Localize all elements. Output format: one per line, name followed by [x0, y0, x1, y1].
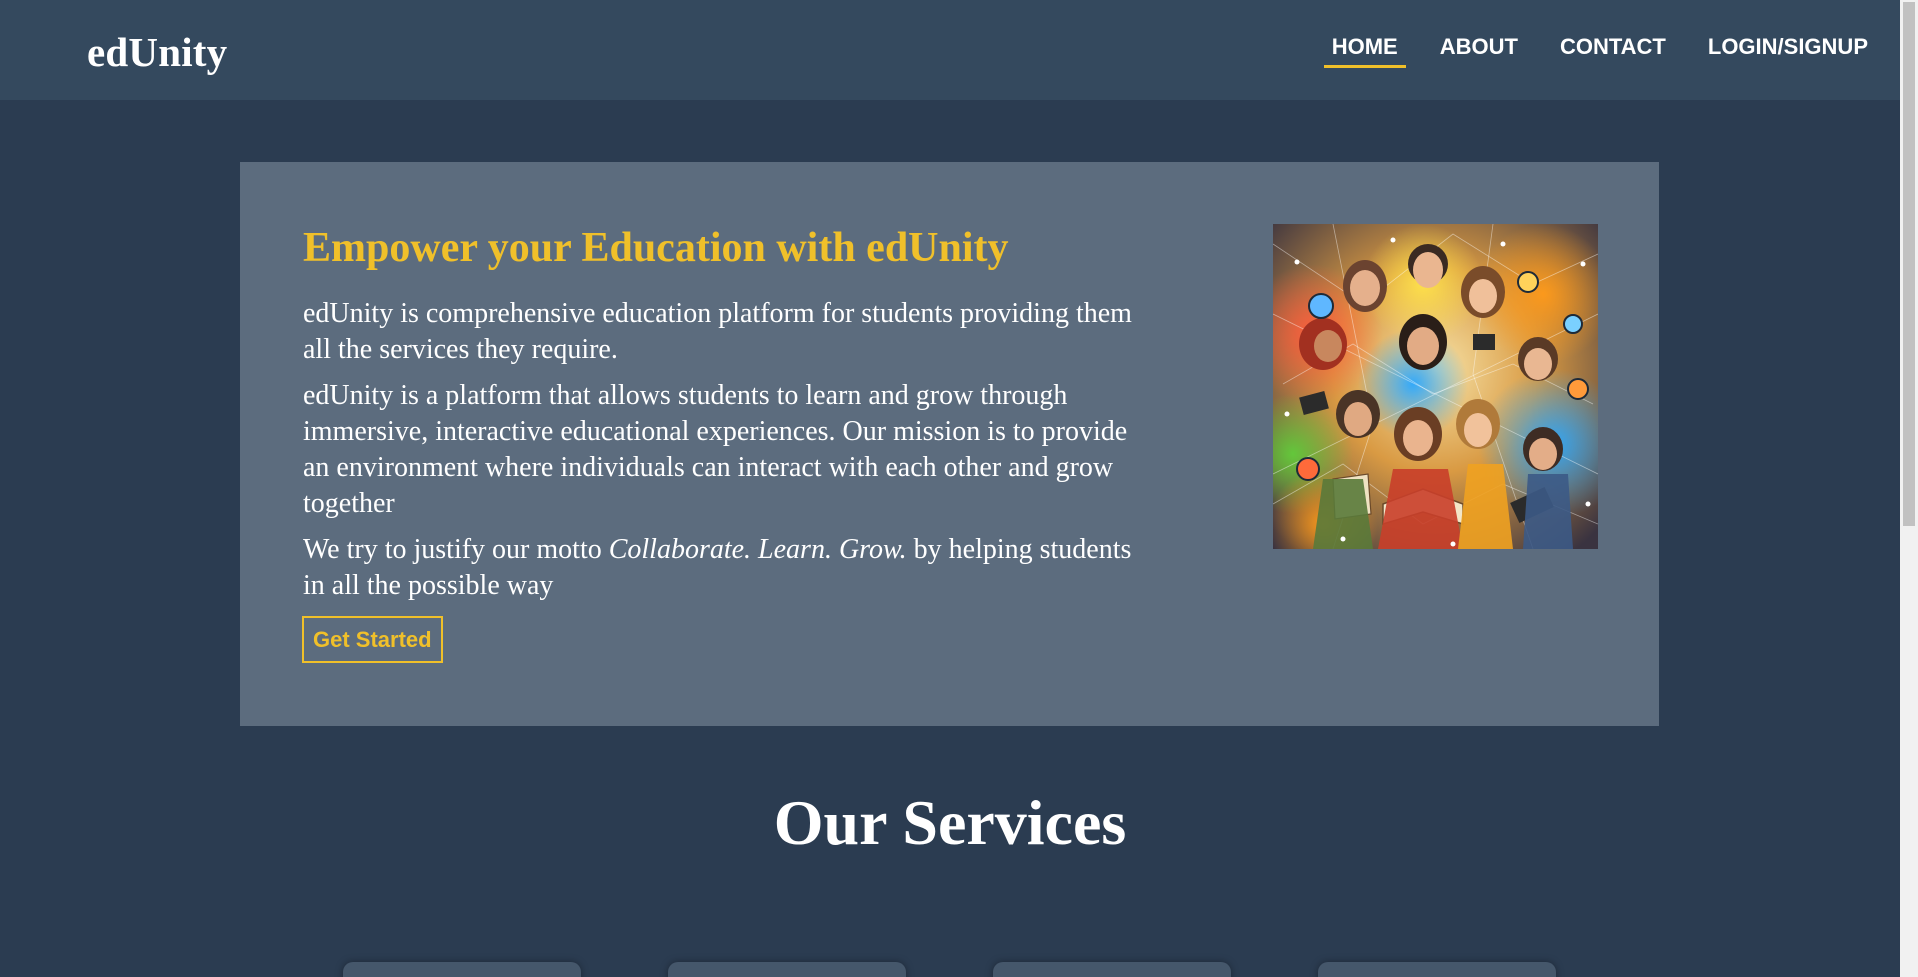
hero-paragraph-mission: edUnity is a platform that allows studen… [303, 380, 1128, 519]
motto-lead-text: We try to justify our motto [303, 534, 609, 565]
brand-logo[interactable]: edUnity [87, 28, 227, 76]
service-card[interactable] [993, 962, 1231, 977]
nav-item-login-signup[interactable]: LOGIN/SIGNUP [1700, 34, 1876, 76]
hero-description: edUnity is comprehensive education platf… [303, 296, 1133, 614]
hero-section: Empower your Education with edUnity edUn… [240, 162, 1659, 726]
nav-item-home[interactable]: HOME [1323, 34, 1406, 76]
motto-text: Collaborate. Learn. Grow. [608, 534, 907, 565]
hero-title: Empower your Education with edUnity [303, 225, 1009, 271]
nav-item-about[interactable]: ABOUT [1432, 34, 1526, 76]
hero-paragraph-intro: edUnity is comprehensive education platf… [303, 298, 1132, 365]
students-collage-image [1273, 224, 1598, 549]
page: edUnity HOME ABOUT CONTACT LOGIN/SIGNUP … [0, 0, 1918, 977]
site-header: edUnity HOME ABOUT CONTACT LOGIN/SIGNUP [0, 0, 1900, 100]
main-nav: HOME ABOUT CONTACT LOGIN/SIGNUP [1298, 34, 1876, 76]
hero-paragraph-motto: We try to justify our motto Collaborate.… [303, 532, 1133, 604]
get-started-button[interactable]: Get Started [302, 616, 443, 663]
scrollbar-thumb[interactable] [1903, 2, 1915, 526]
service-card[interactable] [343, 962, 581, 977]
service-card[interactable] [1318, 962, 1556, 977]
nav-item-contact[interactable]: CONTACT [1552, 34, 1674, 76]
service-card[interactable] [668, 962, 906, 977]
vertical-scrollbar[interactable] [1900, 0, 1918, 977]
services-heading: Our Services [773, 787, 1127, 858]
